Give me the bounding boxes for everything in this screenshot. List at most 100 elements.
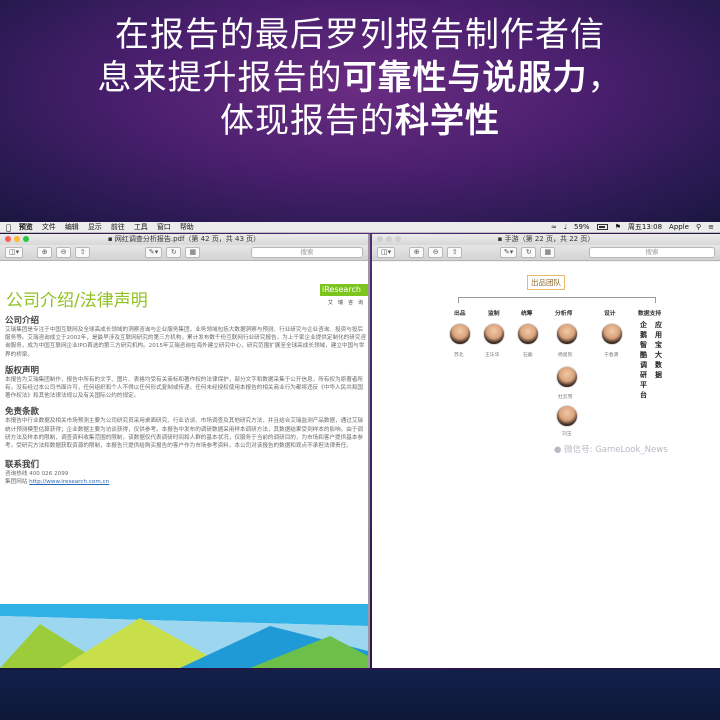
zoom-button[interactable] <box>395 236 401 242</box>
slide-headline: 在报告的最后罗列报告制作者信 息来提升报告的可靠性与说服力， 体现报告的科学性 <box>20 14 700 143</box>
document-body: 公司介绍 艾瑞集团是专注于中国互联网及全球高成长领域的洞察咨询与企业服务集团，业… <box>5 316 367 487</box>
website-link[interactable]: http://www.iresearch.com.cn <box>29 479 109 485</box>
section-text: 本报告中行业数据及相关市场预测主要为公司研究员采用桌面研究、行业访谈、市场调查及… <box>5 418 364 450</box>
flag-icon[interactable]: ⚑ <box>615 222 621 233</box>
page-footer-decoration <box>0 596 368 668</box>
person-name: 于春源 <box>604 353 619 358</box>
avatar <box>556 405 578 427</box>
list-icon[interactable]: ≡ <box>708 222 714 233</box>
phone-number: 400 026 2099 <box>29 471 69 478</box>
share-icon[interactable]: ⇧ <box>75 247 91 258</box>
contact-phone-row: 咨询热线 400 026 2099 <box>5 470 367 478</box>
logo-text: iResearch <box>320 284 368 296</box>
window-controls <box>5 236 29 242</box>
pdf-icon: ▪ <box>107 235 115 243</box>
person-name: 石磊 <box>523 353 533 358</box>
toolbox-icon[interactable]: ▦ <box>540 247 556 258</box>
toolbox-icon[interactable]: ▦ <box>185 247 201 258</box>
zoom-out-icon[interactable]: ⊖ <box>56 247 72 258</box>
role-label: 统筹 <box>521 311 533 317</box>
menu-item-help[interactable]: 帮助 <box>180 222 194 233</box>
close-button[interactable] <box>377 236 383 242</box>
clock[interactable]: 周五13:08 <box>628 222 662 233</box>
preview-window-right: ▪ 手游（第 22 页，共 22 页） ◫▾ ⊕ ⊖ ⇧ ✎▾ ↻ ▦ 搜索 出… <box>372 234 720 668</box>
share-icon[interactable]: ⇧ <box>447 247 463 258</box>
minimize-button[interactable] <box>386 236 392 242</box>
sidebar-toggle-icon[interactable]: ◫▾ <box>5 247 24 258</box>
person-name: 杨俊凯 <box>558 353 573 358</box>
avatar <box>483 323 505 345</box>
section-heading: 免责条款 <box>5 407 40 418</box>
watermark-text: 微信号: GameLook_News <box>564 445 668 455</box>
headline-text: 体现报告的 <box>220 101 395 141</box>
pdf-page: 出品团队 出品 监制 统筹 分析师 设计 数据支持 苏北 王乐华 石磊 杨俊凯 … <box>372 262 720 668</box>
role-label: 分析师 <box>555 311 573 317</box>
zoom-in-icon[interactable]: ⊕ <box>409 247 425 258</box>
phone-label: 咨询热线 <box>5 471 28 478</box>
contact-site-row: 集团网站 http://www.iresearch.com.cn <box>5 478 367 486</box>
menu-item-file[interactable]: 文件 <box>42 222 56 233</box>
markup-pen-icon[interactable]: ✎▾ <box>144 247 163 258</box>
person-name: 刘玉 <box>562 432 572 437</box>
menu-item-app[interactable]: 预览 <box>19 222 33 233</box>
menu-item-view[interactable]: 显示 <box>88 222 102 233</box>
page-title: 公司介绍/法律声明 <box>6 291 148 311</box>
markup-pen-icon[interactable]: ✎▾ <box>499 247 518 258</box>
battery-icon[interactable] <box>596 224 608 230</box>
section-text: 艾瑞集团是专注于中国互联网及全球高成长领域的洞察咨询与企业服务集团，业务领域包括… <box>5 327 367 358</box>
window-titlebar[interactable]: ▪ 网红调查分析报告.pdf（第 42 页，共 43 页） <box>0 234 368 245</box>
headline-line-1: 在报告的最后罗列报告制作者信 <box>115 15 605 55</box>
window-title: 网红调查分析报告.pdf（第 42 页，共 43 页） <box>114 235 261 243</box>
volume-icon[interactable]: ♩ <box>564 222 567 233</box>
headline-line-3: 体现报告的科学性 <box>20 100 700 143</box>
menu-item-edit[interactable]: 编辑 <box>65 222 79 233</box>
sidebar-toggle-icon[interactable]: ◫▾ <box>377 247 396 258</box>
avatar <box>449 323 471 345</box>
watermark: ● 微信号: GameLook_News <box>554 443 668 455</box>
person-name: 杜云雪 <box>558 395 573 400</box>
zoom-in-icon[interactable]: ⊕ <box>37 247 53 258</box>
close-button[interactable] <box>5 236 11 242</box>
window-toolbar: ◫▾ ⊕ ⊖ ⇧ ✎▾ ↻ ▦ 搜索 <box>372 245 720 261</box>
headline-punct: ， <box>587 58 623 98</box>
window-controls <box>377 236 401 242</box>
avatar <box>601 323 623 345</box>
user-name[interactable]: Apple <box>669 222 689 233</box>
menu-item-tools[interactable]: 工具 <box>134 222 148 233</box>
slide-background-bottom <box>0 670 720 720</box>
search-input[interactable]: 搜索 <box>251 247 363 258</box>
window-titlebar[interactable]: ▪ 手游（第 22 页，共 22 页） <box>372 234 720 245</box>
menu-item-window[interactable]: 窗口 <box>157 222 171 233</box>
search-icon[interactable]: ⚲ <box>696 222 701 233</box>
wechat-icon: ● <box>554 445 565 455</box>
status-area: ≈ ♩ 59% ⚑ 周五13:08 Apple ⚲ ≡ <box>551 222 714 233</box>
section-heading: 版权声明 <box>5 365 40 376</box>
menu-item-go[interactable]: 前往 <box>111 222 125 233</box>
rotate-icon[interactable]: ↻ <box>521 247 537 258</box>
role-label: 出品 <box>454 311 466 317</box>
minimize-button[interactable] <box>14 236 20 242</box>
window-title: 手游（第 22 页，共 22 页） <box>504 235 595 243</box>
headline-text: 息来提升报告的 <box>97 58 343 98</box>
apple-menu-icon[interactable]:  <box>6 222 11 233</box>
wifi-icon[interactable]: ≈ <box>551 222 557 233</box>
pdf-icon: ▪ <box>497 235 505 243</box>
headline-emphasis: 可靠性与说服力 <box>342 58 588 98</box>
role-label: 数据支持 <box>638 311 662 317</box>
role-label: 设计 <box>604 311 616 317</box>
window-toolbar: ◫▾ ⊕ ⊖ ⇧ ✎▾ ↻ ▦ 搜索 <box>0 245 368 261</box>
zoom-button[interactable] <box>23 236 29 242</box>
avatar <box>556 323 578 345</box>
rotate-icon[interactable]: ↻ <box>166 247 182 258</box>
person-name: 苏北 <box>454 353 464 358</box>
zoom-out-icon[interactable]: ⊖ <box>428 247 444 258</box>
section-text: 本报告为艾瑞集团制作，报告中所有的文字、图片、表格均受有关商标和著作权的法律保护… <box>5 376 364 400</box>
data-support-label: 企鹅智酷调研平台 <box>640 321 647 399</box>
site-label: 集团网站 <box>5 479 28 486</box>
preview-window-left: ▪ 网红调查分析报告.pdf（第 42 页，共 43 页） ◫▾ ⊕ ⊖ ⇧ ✎… <box>0 234 370 668</box>
search-input[interactable]: 搜索 <box>589 247 715 258</box>
battery-percent: 59% <box>574 222 590 231</box>
section-heading: 公司介绍 <box>5 316 40 326</box>
role-label: 监制 <box>488 311 500 317</box>
avatar <box>556 366 578 388</box>
